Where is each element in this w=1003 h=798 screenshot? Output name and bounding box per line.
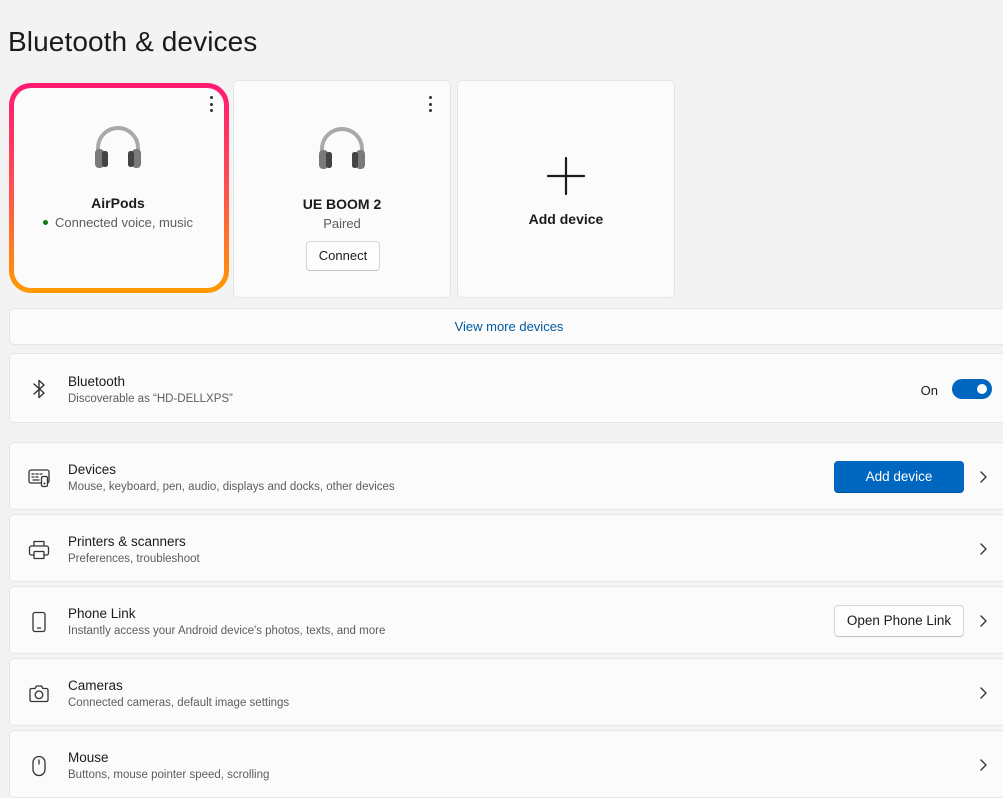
add-device-label: Add device	[528, 211, 604, 227]
chevron-right-icon	[980, 759, 987, 771]
settings-row-phone-link[interactable]: Phone Link Instantly access your Android…	[9, 586, 1003, 654]
chevron-right-icon	[980, 615, 987, 627]
add-device-button[interactable]: Add device	[834, 461, 964, 493]
connected-status-dot	[42, 220, 48, 226]
phone-link-subtitle: Instantly access your Android device's p…	[68, 625, 386, 637]
device-tile-ue-boom-2[interactable]: UE BOOM 2 Paired Connect	[233, 80, 451, 298]
headphones-icon	[95, 126, 141, 168]
bluetooth-icon	[33, 379, 45, 399]
more-options-icon[interactable]	[424, 96, 436, 112]
toggle-knob	[977, 384, 987, 394]
view-more-devices-link[interactable]: View more devices	[9, 308, 1003, 345]
settings-row-cameras[interactable]: Cameras Connected cameras, default image…	[9, 658, 1003, 726]
phone-link-title: Phone Link	[68, 606, 136, 621]
headphones-icon	[319, 127, 365, 169]
chevron-right-icon	[980, 543, 987, 555]
device-name: UE BOOM 2	[302, 196, 382, 212]
bluetooth-title: Bluetooth	[68, 374, 126, 389]
chevron-right-icon	[980, 687, 987, 699]
settings-row-printers[interactable]: Printers & scanners Preferences, trouble…	[9, 514, 1003, 582]
devices-subtitle: Mouse, keyboard, pen, audio, displays an…	[68, 481, 395, 493]
page-title: Bluetooth & devices	[8, 26, 258, 57]
mouse-title: Mouse	[68, 750, 109, 765]
bluetooth-toggle-label: On	[920, 383, 938, 398]
more-options-icon[interactable]	[205, 96, 217, 112]
add-device-tile[interactable]: Add device	[457, 80, 675, 298]
printers-title: Printers & scanners	[68, 534, 186, 549]
bluetooth-toggle[interactable]	[952, 379, 992, 399]
mouse-subtitle: Buttons, mouse pointer speed, scrolling	[68, 769, 270, 781]
open-phone-link-button[interactable]: Open Phone Link	[834, 605, 964, 637]
plus-icon	[546, 156, 586, 196]
printers-subtitle: Preferences, troubleshoot	[68, 553, 200, 565]
mouse-icon	[32, 755, 46, 777]
highlight-outline	[9, 83, 229, 293]
device-status-text: Connected voice, music	[54, 215, 193, 230]
printer-icon	[28, 540, 50, 560]
device-status: Paired	[323, 216, 361, 231]
device-status: Connected voice, music	[9, 215, 227, 230]
keyboard-devices-icon	[28, 469, 50, 488]
device-name: AirPods	[91, 195, 145, 211]
device-tile-airpods[interactable]: AirPods Connected voice, music	[9, 80, 227, 298]
bluetooth-row: Bluetooth Discoverable as “HD-DELLXPS” O…	[9, 353, 1003, 423]
settings-row-mouse[interactable]: Mouse Buttons, mouse pointer speed, scro…	[9, 730, 1003, 798]
bluetooth-subtitle: Discoverable as “HD-DELLXPS”	[68, 393, 233, 405]
phone-icon	[32, 611, 46, 633]
chevron-right-icon	[980, 471, 987, 483]
cameras-title: Cameras	[68, 678, 123, 693]
camera-icon	[29, 685, 49, 703]
cameras-subtitle: Connected cameras, default image setting…	[68, 697, 290, 709]
connect-button[interactable]: Connect	[306, 241, 380, 271]
devices-title: Devices	[68, 462, 117, 477]
settings-row-devices[interactable]: Devices Mouse, keyboard, pen, audio, dis…	[9, 442, 1003, 510]
